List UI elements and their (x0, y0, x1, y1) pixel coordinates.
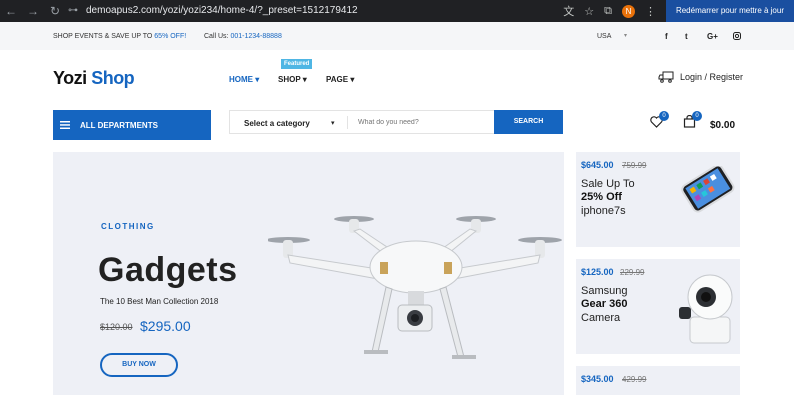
chevron-down-icon: ▾ (302, 75, 307, 84)
promo-old-price: 229.99 (620, 268, 645, 277)
search-input[interactable] (358, 115, 488, 130)
hamburger-icon (60, 121, 70, 129)
google-plus-icon[interactable]: G+ (707, 32, 718, 41)
all-departments-button[interactable]: ALL DEPARTMENTS (53, 110, 211, 140)
chevron-down-icon: ▾ (255, 75, 260, 84)
logo-part-2: Shop (91, 68, 135, 88)
hero-banner: CLOTHING Gadgets The 10 Best Man Collect… (53, 152, 564, 395)
back-icon[interactable]: ← (0, 4, 22, 18)
buy-now-button[interactable]: BUY NOW (100, 353, 178, 377)
hero-new-price: $295.00 (140, 318, 191, 334)
call-prefix: Call Us: (204, 33, 231, 40)
nav-shop-label: SHOP (278, 75, 301, 84)
phone-number[interactable]: 001-1234-88888 (230, 33, 281, 40)
nav-page-label: PAGE (326, 75, 349, 84)
bookmark-star-icon[interactable]: ☆ (584, 5, 594, 18)
promo-line-3: iphone7s (581, 205, 626, 217)
promo-card-iphone[interactable]: $645.00 759.99 Sale Up To 25% Off iphone… (576, 152, 740, 247)
promo-line-2: Gear 360 (581, 298, 628, 310)
chevron-down-icon: ▾ (350, 75, 355, 84)
cart-count: 0 (692, 111, 702, 121)
hero-subtitle: CLOTHING (101, 222, 155, 231)
promo-price: $125.00 (581, 267, 614, 277)
nav-home-label: HOME (229, 75, 253, 84)
wishlist-count: 0 (659, 111, 669, 121)
promo-line-1: Sale Up To (581, 178, 635, 190)
search-bar: Select a category ▾ SEARCH (229, 110, 563, 134)
promo-line-1: Samsung (581, 285, 628, 297)
chevron-down-icon: ▾ (624, 33, 628, 39)
promo-card-gear360[interactable]: $125.00 229.99 Samsung Gear 360 Camera (576, 259, 740, 354)
cart-button[interactable]: 0 (683, 111, 702, 133)
promo-line-3: Camera (581, 312, 621, 324)
profile-avatar[interactable]: N (621, 4, 635, 18)
departments-label: ALL DEPARTMENTS (80, 120, 158, 130)
forward-icon[interactable]: → (22, 4, 44, 18)
wishlist-button[interactable]: 0 (650, 111, 669, 133)
caret-down-icon: ▾ (331, 120, 335, 127)
search-button[interactable]: SEARCH (494, 110, 563, 134)
promo-price: $345.00 (581, 374, 614, 384)
promo-text: SHOP EVENTS & SAVE UP TO 65% OFF! (53, 33, 186, 40)
hero-title: Gadgets (98, 251, 238, 289)
hero-tagline: The 10 Best Man Collection 2018 (100, 297, 219, 306)
login-label: Login / Register (680, 72, 744, 82)
hero-old-price: $120.00 (100, 322, 133, 332)
promo-card-3[interactable]: $345.00 429.99 (576, 366, 740, 395)
top-bar: SHOP EVENTS & SAVE UP TO 65% OFF! Call U… (0, 22, 794, 50)
address-url: demoapus2.com/yozi/yozi234/home-4/?_pres… (86, 5, 358, 16)
reload-icon[interactable]: ↻ (44, 4, 66, 18)
featured-badge: Featured (281, 59, 313, 69)
facebook-icon[interactable]: f (665, 32, 668, 41)
nav-page[interactable]: PAGE ▾ (326, 75, 354, 84)
extensions-icon[interactable]: ⧉ (604, 5, 612, 18)
category-select[interactable]: Select a category (244, 119, 310, 128)
update-button[interactable]: Redémarrer pour mettre à jour (665, 0, 794, 22)
promo-prefix: SHOP EVENTS & SAVE UP TO (53, 33, 155, 40)
login-register-link[interactable]: Login / Register (658, 71, 743, 83)
currency-selector[interactable]: USA (597, 33, 611, 40)
nav-shop[interactable]: SHOP ▾ (278, 75, 307, 84)
promo-highlight: 65% OFF! (154, 33, 187, 40)
promo-old-price: 429.99 (622, 375, 647, 384)
call-us: Call Us: 001-1234-88888 (204, 33, 282, 40)
iphone-image (681, 166, 735, 213)
promo-old-price: 759.99 (622, 161, 647, 170)
promo-price: $645.00 (581, 160, 614, 170)
menu-dots-icon[interactable]: ⋮ (645, 5, 656, 18)
twitter-icon[interactable]: t (685, 32, 688, 41)
nav-home[interactable]: HOME ▾ (229, 75, 259, 84)
site-logo[interactable]: Yozi Shop (53, 68, 135, 89)
camera-image (679, 274, 733, 344)
site-info-icon[interactable]: ⊶ (68, 2, 78, 20)
drone-image (268, 216, 562, 359)
browser-toolbar: ← → ↻ ⊶ demoapus2.com/yozi/yozi234/home-… (0, 0, 794, 22)
logo-part-1: Yozi (53, 68, 87, 88)
translate-icon[interactable]: 文 (563, 3, 574, 19)
cart-total: $0.00 (710, 120, 736, 131)
truck-icon (658, 71, 674, 83)
promo-line-2: 25% Off (581, 191, 622, 203)
search-divider (347, 116, 348, 129)
instagram-icon[interactable] (733, 32, 741, 42)
